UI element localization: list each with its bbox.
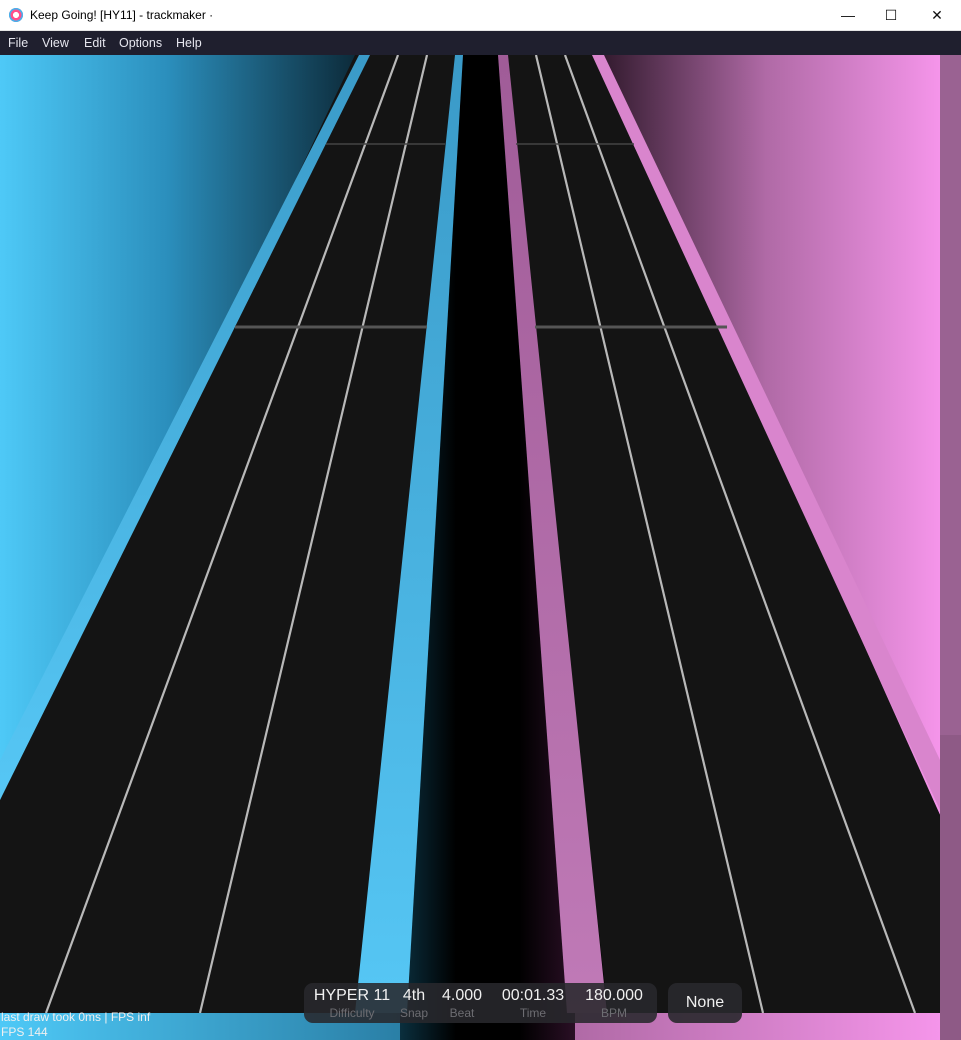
menu-edit[interactable]: Edit bbox=[84, 36, 106, 50]
difficulty-cell: HYPER 11 Difficulty bbox=[310, 983, 394, 1020]
minimize-button[interactable]: — bbox=[825, 0, 871, 30]
beat-label: Beat bbox=[449, 1006, 475, 1020]
snap-label: Snap bbox=[399, 1006, 429, 1020]
debug-draw-time: last draw took 0ms | FPS inf bbox=[1, 1010, 151, 1024]
close-button[interactable]: ✕ bbox=[914, 0, 960, 30]
window-title: Keep Going! [HY11] - trackmaker · bbox=[30, 8, 214, 22]
scrollbar-thumb[interactable] bbox=[940, 55, 961, 735]
difficulty-label: Difficulty bbox=[329, 1006, 375, 1020]
menu-help[interactable]: Help bbox=[176, 36, 202, 50]
bpm-label: BPM bbox=[600, 1006, 627, 1020]
editor-viewport[interactable]: HYPER 11 Difficulty 4th Snap 4.000 Beat … bbox=[0, 55, 961, 1040]
menu-options[interactable]: Options bbox=[119, 36, 162, 50]
layer-selector[interactable]: None bbox=[668, 983, 742, 1023]
maximize-button[interactable]: ☐ bbox=[868, 0, 914, 30]
heart-icon bbox=[9, 8, 23, 22]
window-titlebar[interactable]: Keep Going! [HY11] - trackmaker · — ☐ ✕ bbox=[0, 0, 961, 31]
menu-view[interactable]: View bbox=[42, 36, 69, 50]
status-hud: HYPER 11 Difficulty 4th Snap 4.000 Beat … bbox=[304, 983, 657, 1023]
debug-fps: FPS 144 bbox=[1, 1025, 48, 1039]
difficulty-value: HYPER 11 bbox=[313, 987, 391, 1004]
beat-cell: 4.000 Beat bbox=[437, 983, 487, 1020]
snap-value: 4th bbox=[402, 987, 426, 1004]
snap-cell[interactable]: 4th Snap bbox=[396, 983, 432, 1020]
track-canvas[interactable] bbox=[0, 55, 961, 1040]
time-cell: 00:01.33 Time bbox=[497, 983, 569, 1020]
bpm-value: 180.000 bbox=[585, 987, 643, 1004]
beat-value: 4.000 bbox=[441, 987, 483, 1004]
bpm-cell: 180.000 BPM bbox=[579, 983, 649, 1020]
menu-file[interactable]: File bbox=[8, 36, 28, 50]
time-label: Time bbox=[519, 1006, 547, 1020]
time-value: 00:01.33 bbox=[501, 987, 565, 1004]
debug-overlay: last draw took 0ms | FPS inf FPS 144 bbox=[1, 1010, 150, 1040]
menu-bar: File View Edit Options Help bbox=[0, 31, 961, 55]
